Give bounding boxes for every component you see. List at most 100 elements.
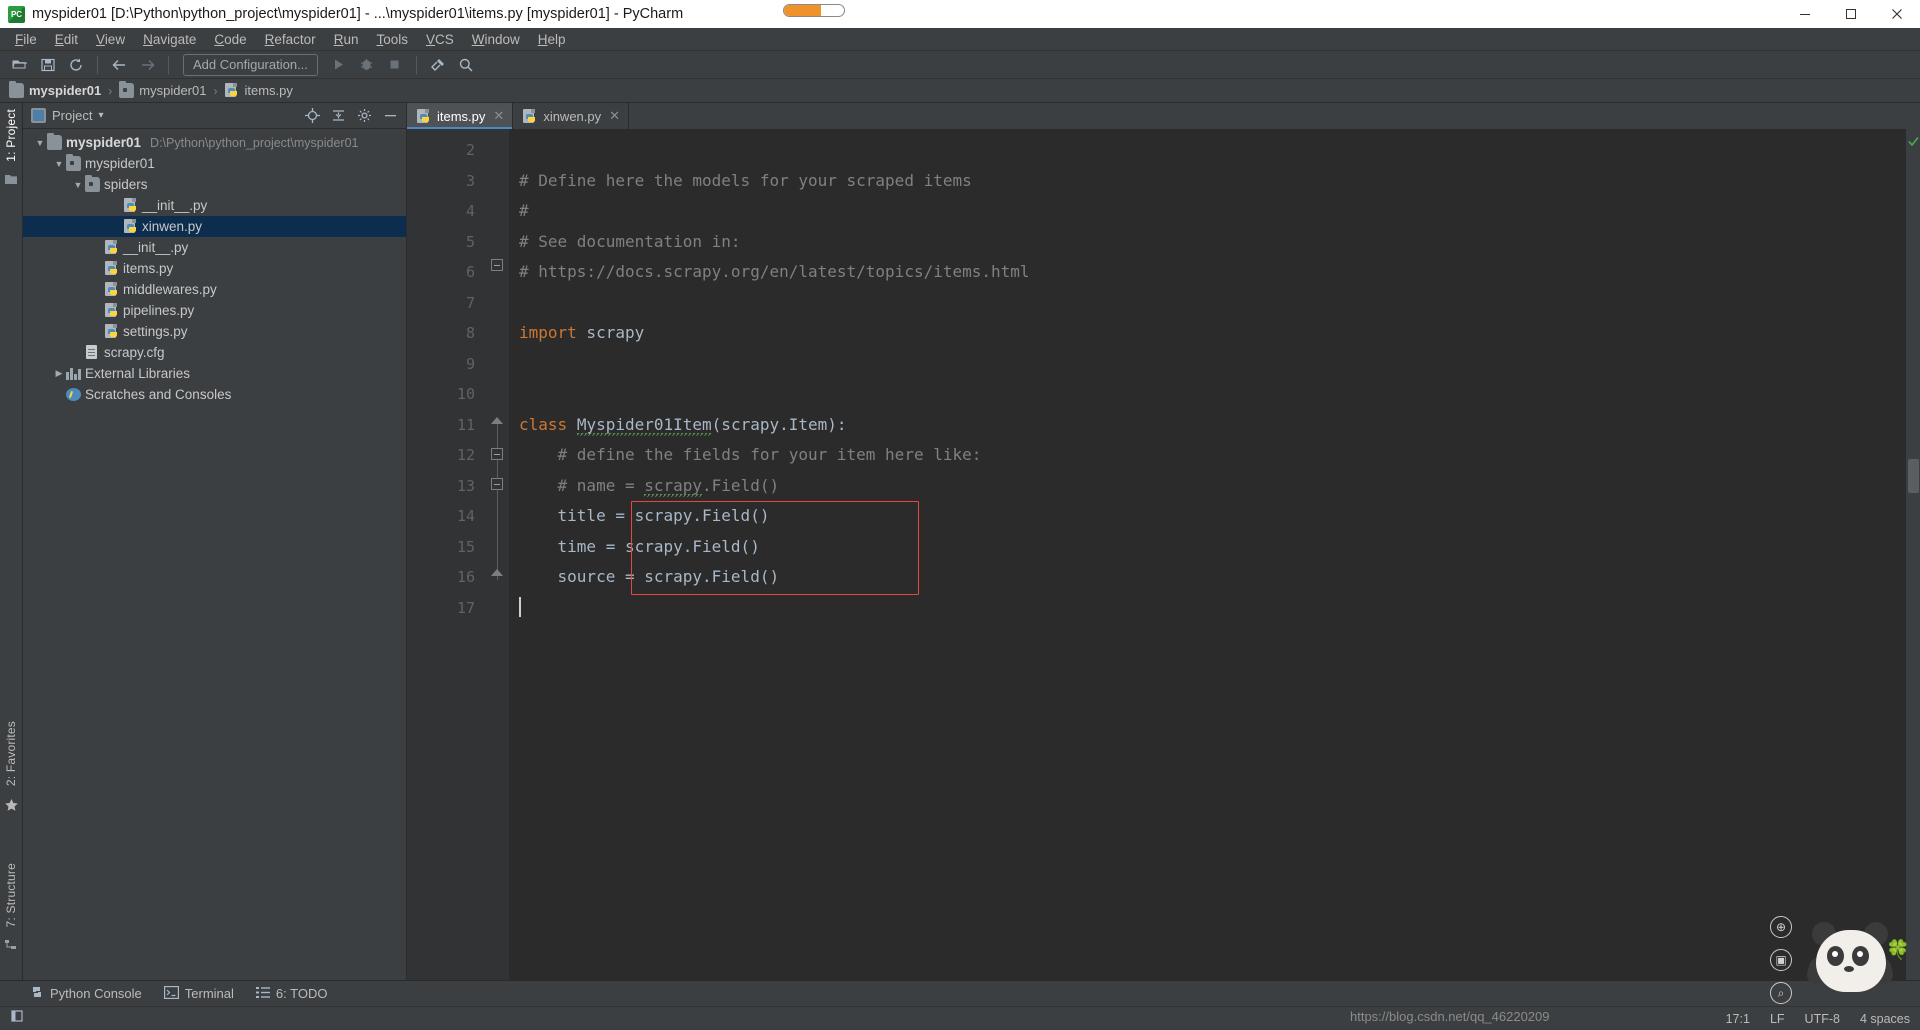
chevron-down-icon[interactable]: ▾	[98, 110, 103, 121]
stop-icon[interactable]	[382, 53, 408, 77]
caret-position[interactable]: 17:1	[1726, 1012, 1750, 1026]
search-icon[interactable]: ⌕	[1770, 982, 1792, 1004]
tree-item-label: spiders	[104, 177, 148, 192]
save-icon[interactable]	[35, 53, 61, 77]
tree-item---init---py[interactable]: __init__.py	[23, 237, 406, 258]
open-folder-icon[interactable]	[7, 53, 33, 77]
folder-icon[interactable]	[4, 173, 18, 191]
tree-item-settings-py[interactable]: settings.py	[23, 321, 406, 342]
close-icon[interactable]: ✕	[609, 108, 620, 124]
code-line[interactable]: # name = scrapy.Field()	[509, 471, 1906, 502]
code-line[interactable]	[509, 349, 1906, 380]
code-line[interactable]: title = scrapy.Field()	[509, 501, 1906, 532]
hammer-icon[interactable]	[425, 53, 451, 77]
code-line[interactable]: #	[509, 196, 1906, 227]
indent-setting[interactable]: 4 spaces	[1860, 1012, 1910, 1026]
tree-item-pipelines-py[interactable]: pipelines.py	[23, 300, 406, 321]
code-folding-gutter[interactable]	[487, 129, 509, 980]
tree-item-external-libraries[interactable]: ▶ External Libraries	[23, 363, 406, 384]
fold-marker[interactable]	[491, 417, 503, 424]
code-line[interactable]: # Define here the models for your scrape…	[509, 166, 1906, 197]
code-line[interactable]	[509, 593, 1906, 624]
structure-icon[interactable]	[4, 938, 18, 957]
fold-marker[interactable]	[491, 448, 503, 460]
gear-icon[interactable]	[354, 106, 374, 126]
sync-icon[interactable]	[63, 53, 89, 77]
menu-item-help[interactable]: Help	[529, 30, 575, 49]
toggle-panel-icon[interactable]	[10, 1009, 24, 1028]
minimize-button[interactable]	[1782, 0, 1828, 28]
target-icon[interactable]	[302, 106, 322, 126]
menu-item-edit[interactable]: Edit	[46, 30, 87, 49]
menu-item-refactor[interactable]: Refactor	[256, 30, 325, 49]
menu-item-view[interactable]: View	[87, 30, 134, 49]
menu-item-file[interactable]: File	[6, 30, 46, 49]
breadcrumb-item-myspider01[interactable]: myspider01	[119, 80, 206, 98]
tree-item-items-py[interactable]: items.py	[23, 258, 406, 279]
editor-scrollbar-thumb[interactable]	[1908, 459, 1919, 493]
menu-item-vcs[interactable]: VCS	[417, 30, 463, 49]
camera-icon[interactable]: ▣	[1770, 949, 1792, 971]
line-number: 15	[456, 537, 475, 556]
minimize-icon[interactable]	[380, 106, 400, 126]
maximize-button[interactable]	[1828, 0, 1874, 28]
code-line[interactable]: class Myspider01Item(scrapy.Item):	[509, 410, 1906, 441]
close-button[interactable]	[1874, 0, 1920, 28]
fold-marker[interactable]	[491, 259, 503, 271]
tree-item-middlewares-py[interactable]: middlewares.py	[23, 279, 406, 300]
bottom-tab-python-console[interactable]: Python Console	[30, 985, 142, 1002]
tree-item-myspider01[interactable]: ▼ myspider01	[23, 153, 406, 174]
tree-item-xinwen-py[interactable]: xinwen.py	[23, 216, 406, 237]
search-icon[interactable]	[453, 53, 479, 77]
tree-item-myspider01[interactable]: ▼ myspider01 D:\Python\python_project\mysp…	[23, 132, 406, 153]
bottom-tab-6--todo[interactable]: 6: TODO	[255, 986, 327, 1002]
menu-item-tools[interactable]: Tools	[367, 30, 417, 49]
code-editor[interactable]: 2 3 4 5 6 7 8 9 10 11 12 13 14 15 16 17 # Define here t…	[407, 129, 1920, 980]
sidebar-item-project[interactable]: 1: Project	[4, 103, 18, 168]
menu-item-navigate[interactable]: Navigate	[134, 30, 205, 49]
menu-item-run[interactable]: Run	[325, 30, 368, 49]
bottom-tab-terminal[interactable]: Terminal	[163, 985, 234, 1002]
code-line[interactable]	[509, 288, 1906, 319]
file-encoding[interactable]: UTF-8	[1805, 1012, 1840, 1026]
breadcrumb-item-myspider01[interactable]: myspider01	[9, 80, 101, 98]
tree-item-scratches-and-consoles[interactable]: Scratches and Consoles	[23, 384, 406, 405]
tree-expand-arrow[interactable]: ▼	[71, 180, 85, 190]
collapse-all-icon[interactable]	[328, 106, 348, 126]
arrow-left-icon[interactable]	[106, 53, 132, 77]
fold-marker[interactable]	[491, 569, 503, 576]
sidebar-item-structure[interactable]: 7: Structure	[4, 857, 18, 933]
code-line[interactable]: # https://docs.scrapy.org/en/latest/topi…	[509, 257, 1906, 288]
code-line[interactable]: import scrapy	[509, 318, 1906, 349]
editor-tab-items-py[interactable]: items.py ✕	[407, 103, 514, 129]
tree-item-scrapy-cfg[interactable]: scrapy.cfg	[23, 342, 406, 363]
code-line[interactable]: # See documentation in:	[509, 227, 1906, 258]
tree-item-spiders[interactable]: ▼ spiders	[23, 174, 406, 195]
add-configuration-button[interactable]: Add Configuration...	[183, 53, 318, 76]
editor-tab-xinwen-py[interactable]: xinwen.py ✕	[513, 103, 630, 129]
star-icon[interactable]	[4, 798, 19, 818]
arrow-right-icon[interactable]	[134, 53, 160, 77]
run-icon[interactable]	[326, 53, 352, 77]
tree-expand-arrow[interactable]: ▶	[52, 368, 66, 379]
breadcrumb-item-items-py[interactable]: items.py	[224, 83, 293, 98]
code-content[interactable]: # Define here the models for your scrape…	[509, 129, 1906, 980]
code-line[interactable]: # define the fields for your item here l…	[509, 440, 1906, 471]
menu-item-code[interactable]: Code	[205, 30, 255, 49]
globe-icon[interactable]: ⊕	[1770, 916, 1792, 938]
close-icon[interactable]: ✕	[493, 108, 504, 124]
line-separator[interactable]: LF	[1770, 1012, 1785, 1026]
debug-icon[interactable]	[354, 53, 380, 77]
code-line[interactable]: source = scrapy.Field()	[509, 562, 1906, 593]
fold-marker[interactable]	[491, 478, 503, 490]
tree-expand-arrow[interactable]: ▼	[52, 159, 66, 169]
code-line[interactable]	[509, 135, 1906, 166]
menu-item-window[interactable]: Window	[463, 30, 529, 49]
line-number: 8	[465, 324, 475, 342]
tree-item---init---py[interactable]: __init__.py	[23, 195, 406, 216]
sidebar-item-favorites[interactable]: 2: Favorites	[4, 715, 18, 792]
tree-expand-arrow[interactable]: ▼	[33, 138, 47, 148]
code-line[interactable]	[509, 379, 1906, 410]
editor-right-gutter[interactable]	[1906, 129, 1920, 980]
code-line[interactable]: time = scrapy.Field()	[509, 532, 1906, 563]
